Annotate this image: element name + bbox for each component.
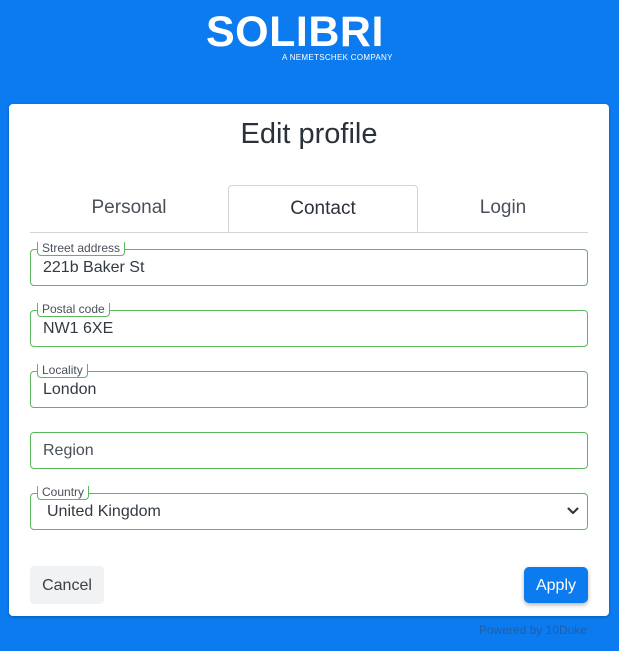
region-field[interactable] [30,432,588,469]
brand-name: SOLIBRI [206,8,384,56]
cancel-button[interactable]: Cancel [30,566,104,604]
locality-input[interactable] [43,372,577,407]
tab-contact[interactable]: Contact [228,185,418,232]
postal-code-input[interactable] [43,311,577,346]
apply-button[interactable]: Apply [524,567,588,603]
powered-by-text: Powered by 10Duke [479,623,588,637]
tab-personal[interactable]: Personal [30,185,228,232]
page-title: Edit profile [240,118,378,150]
profile-tabs: Personal Contact Login [30,185,588,233]
street-address-input[interactable] [43,250,577,285]
street-address-field[interactable]: Street address [30,242,588,286]
chevron-down-icon[interactable] [567,506,579,516]
locality-field[interactable]: Locality [30,364,588,408]
edit-profile-card: Edit profile Personal Contact Login Stre… [9,104,609,616]
postal-code-field[interactable]: Postal code [30,303,588,347]
region-input[interactable] [43,433,577,468]
brand-tagline: A NEMETSCHEK COMPANY [282,53,393,62]
brand-logo: SOLIBRI A NEMETSCHEK COMPANY [206,8,412,64]
tab-login[interactable]: Login [418,185,588,232]
country-selected-value: United Kingdom [47,503,161,520]
country-select[interactable]: Country United Kingdom [30,486,588,530]
